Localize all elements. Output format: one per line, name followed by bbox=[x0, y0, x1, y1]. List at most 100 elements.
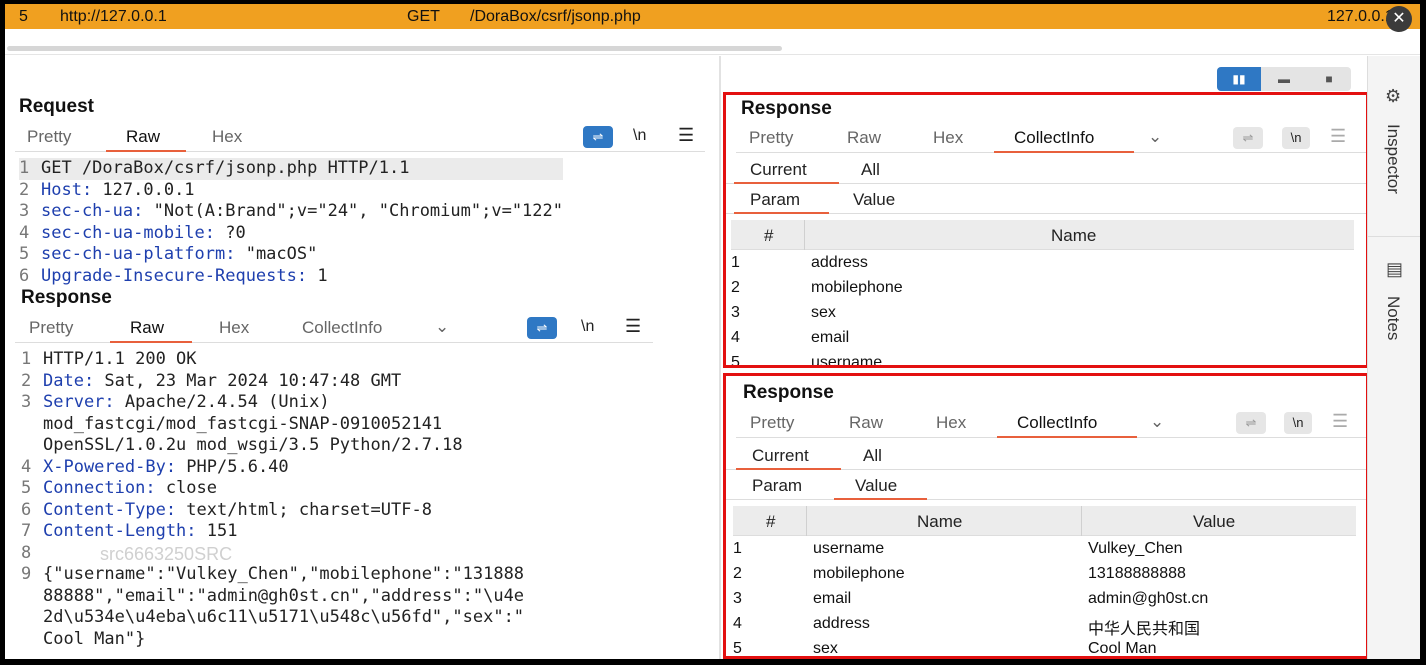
col-index: # bbox=[764, 226, 774, 245]
code-line: 8 bbox=[21, 543, 524, 565]
menu-icon[interactable]: ☰ bbox=[1332, 411, 1348, 432]
layout-stacked-icon[interactable]: ▬ bbox=[1262, 67, 1306, 91]
code-line: 2 Date: Sat, 23 Mar 2024 10:47:48 GMT bbox=[21, 371, 524, 393]
tab-collectinfo[interactable]: CollectInfo bbox=[1017, 413, 1097, 433]
scope-tabs: Current All bbox=[726, 442, 1366, 470]
tab-raw[interactable]: Raw bbox=[130, 318, 164, 338]
col-name: Name bbox=[1051, 226, 1097, 245]
menu-icon[interactable]: ☰ bbox=[625, 316, 641, 337]
word-wrap-button[interactable]: ⇌ bbox=[527, 317, 557, 339]
tab-collectinfo[interactable]: CollectInfo bbox=[1014, 128, 1094, 148]
chevron-down-icon[interactable]: ⌄ bbox=[1150, 412, 1164, 432]
code-line: 4 sec-ch-ua-mobile: ?0 bbox=[19, 223, 563, 245]
line-number: 2 bbox=[19, 179, 30, 200]
header-value: PHP/5.6.40 bbox=[176, 456, 289, 477]
header-value: ?0 bbox=[215, 222, 246, 243]
tab-param[interactable]: Param bbox=[752, 476, 802, 496]
show-newlines-button[interactable]: \n bbox=[1284, 412, 1312, 434]
show-newlines-button[interactable]: \n bbox=[633, 127, 646, 145]
tab-param[interactable]: Param bbox=[750, 190, 800, 210]
tab-raw[interactable]: Raw bbox=[847, 128, 881, 148]
response-title: Response bbox=[743, 382, 834, 403]
tab-all[interactable]: All bbox=[861, 160, 880, 180]
header-key: sec-ch-ua-mobile: bbox=[41, 222, 215, 243]
layout-toggle: ▮▮ ▬ ■ bbox=[1217, 67, 1351, 91]
line-number: 3 bbox=[21, 392, 32, 412]
tab-current[interactable]: Current bbox=[750, 160, 807, 180]
code-line: 5 sec-ch-ua-platform: "macOS" bbox=[19, 244, 563, 266]
request-title: Request bbox=[19, 96, 94, 117]
tab-hex[interactable]: Hex bbox=[219, 318, 249, 338]
table-header: # Name Value bbox=[733, 506, 1356, 536]
history-method: GET bbox=[407, 8, 440, 25]
history-row-selected[interactable]: 5 http://127.0.0.1 GET /DoraBox/csrf/jso… bbox=[5, 4, 1420, 29]
tab-pretty[interactable]: Pretty bbox=[27, 127, 71, 147]
history-horizontal-scrollbar[interactable] bbox=[5, 29, 1420, 55]
inspector-tab[interactable]: Inspector bbox=[1383, 124, 1403, 194]
word-wrap-button[interactable]: ⇌ bbox=[583, 126, 613, 148]
code-line: 6 Upgrade-Insecure-Requests: 1 bbox=[19, 266, 563, 288]
line-text: mod_fastcgi/mod_fastcgi-SNAP-0910052141 bbox=[43, 413, 443, 434]
layout-side-by-side-icon[interactable]: ▮▮ bbox=[1217, 67, 1261, 91]
scrollbar-thumb[interactable] bbox=[7, 46, 782, 51]
tab-collectinfo[interactable]: CollectInfo bbox=[302, 318, 382, 338]
notes-icon[interactable]: ▤ bbox=[1386, 259, 1403, 280]
line-text: OpenSSL/1.0.2u mod_wsgi/3.5 Python/2.7.1… bbox=[43, 435, 463, 455]
wrap-icon: ⇌ bbox=[536, 320, 548, 335]
tab-current[interactable]: Current bbox=[752, 446, 809, 466]
close-icon[interactable]: ✕ bbox=[1386, 6, 1412, 32]
header-key: sec-ch-ua: bbox=[41, 201, 144, 221]
tab-hex[interactable]: Hex bbox=[933, 128, 963, 148]
header-value: Sat, 23 Mar 2024 10:47:48 GMT bbox=[94, 370, 402, 391]
line-number: 1 bbox=[21, 349, 32, 369]
history-path: /DoraBox/csrf/jsonp.php bbox=[470, 8, 641, 25]
line-number: 5 bbox=[19, 244, 30, 264]
collectinfo-tabs: Pretty Raw Hex CollectInfo ⌄ ⇌ \n ☰ bbox=[736, 125, 1366, 153]
header-key: sec-ch-ua-platform: bbox=[41, 244, 236, 264]
tab-pretty[interactable]: Pretty bbox=[749, 128, 793, 148]
panel-divider[interactable] bbox=[719, 56, 721, 659]
tab-value[interactable]: Value bbox=[853, 190, 895, 210]
line-number: 8 bbox=[21, 542, 32, 563]
tab-pretty[interactable]: Pretty bbox=[29, 318, 73, 338]
tab-hex[interactable]: Hex bbox=[936, 413, 966, 433]
tab-pretty[interactable]: Pretty bbox=[750, 413, 794, 433]
tab-value[interactable]: Value bbox=[855, 476, 897, 496]
code-line: 9 {"username":"Vulkey_Chen","mobilephone"… bbox=[21, 564, 524, 586]
tab-raw[interactable]: Raw bbox=[849, 413, 883, 433]
inspector-icon[interactable]: ⚙ bbox=[1385, 86, 1401, 107]
response-editor[interactable]: 1 HTTP/1.1 200 OK 2 Date: Sat, 23 Mar 2024 … bbox=[21, 349, 524, 650]
show-newlines-button[interactable]: \n bbox=[581, 318, 594, 336]
line-number: 1 bbox=[19, 158, 30, 178]
header-value: 1 bbox=[307, 265, 328, 286]
wrap-icon: ⇌ bbox=[592, 129, 604, 144]
chevron-down-icon[interactable]: ⌄ bbox=[435, 317, 449, 337]
collectinfo-tabs: Pretty Raw Hex CollectInfo ⌄ ⇌ \n ☰ bbox=[736, 410, 1366, 438]
show-newlines-button[interactable]: \n bbox=[1282, 127, 1310, 149]
request-editor[interactable]: 1 GET /DoraBox/csrf/jsonp.php HTTP/1.1 2 Ho… bbox=[19, 158, 563, 287]
header-key: Date: bbox=[43, 370, 95, 391]
tab-hex[interactable]: Hex bbox=[212, 127, 242, 147]
scope-tabs: Current All bbox=[726, 156, 1366, 184]
word-wrap-button[interactable]: ⇌ bbox=[1233, 127, 1263, 149]
code-line: 7 Content-Length: 151 bbox=[21, 521, 524, 543]
tab-raw[interactable]: Raw bbox=[126, 127, 160, 147]
header-value: 151 bbox=[196, 521, 238, 541]
code-line: 2 Host: 127.0.0.1 bbox=[19, 180, 563, 202]
code-line: 1 HTTP/1.1 200 OK bbox=[21, 349, 524, 371]
response-title: Response bbox=[741, 98, 832, 119]
code-line: 3 sec-ch-ua: "Not(A:Brand";v="24", "Chrom… bbox=[19, 201, 563, 223]
history-ip: 127.0.0.1 bbox=[1327, 8, 1394, 25]
menu-icon[interactable]: ☰ bbox=[1330, 126, 1346, 147]
code-line: Cool Man"} bbox=[21, 629, 524, 651]
line-number: 6 bbox=[21, 499, 32, 520]
layout-tabs-icon[interactable]: ■ bbox=[1307, 67, 1351, 91]
notes-tab[interactable]: Notes bbox=[1383, 296, 1403, 340]
chevron-down-icon[interactable]: ⌄ bbox=[1148, 127, 1162, 147]
line-text: HTTP/1.1 200 OK bbox=[43, 349, 197, 369]
header-value: "Not(A:Brand";v="24", "Chromium";v="122" bbox=[143, 201, 563, 221]
menu-icon[interactable]: ☰ bbox=[678, 125, 694, 146]
col-value: Value bbox=[1193, 512, 1236, 531]
word-wrap-button[interactable]: ⇌ bbox=[1236, 412, 1266, 434]
tab-all[interactable]: All bbox=[863, 446, 882, 466]
